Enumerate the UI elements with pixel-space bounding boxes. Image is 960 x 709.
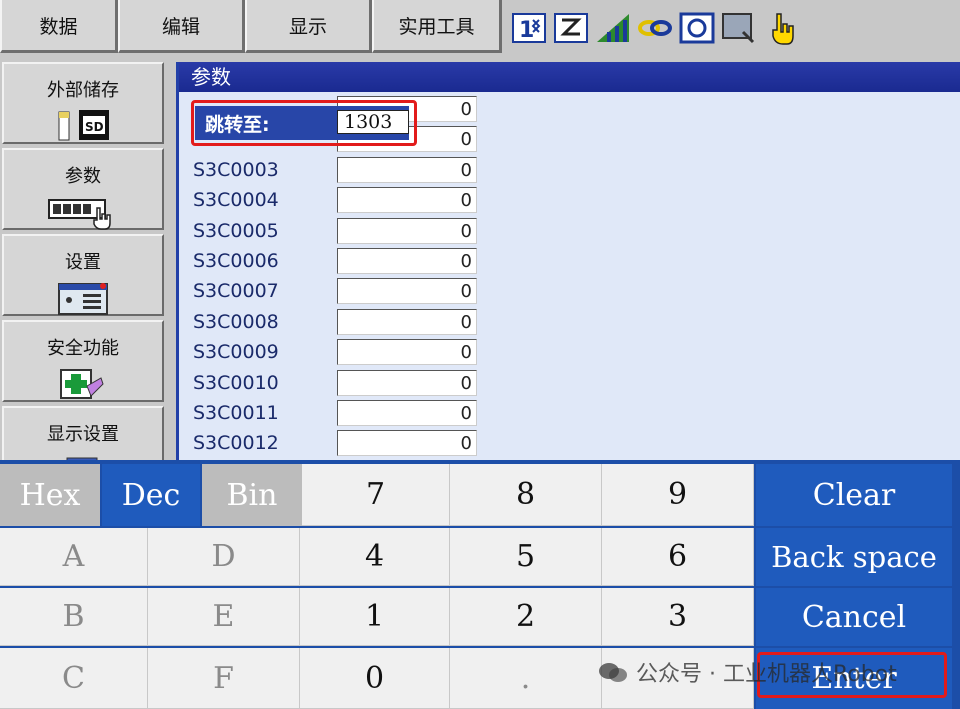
parameter-name: S3C0003 — [193, 158, 279, 181]
edit-frame-icon[interactable] — [553, 10, 589, 46]
sd-card-icon: SD — [53, 108, 113, 147]
key-7[interactable]: 7 — [302, 464, 450, 526]
parameter-hand-icon — [43, 194, 123, 235]
parameter-row[interactable]: S3C0012 0 — [193, 430, 483, 458]
key-9[interactable]: 9 — [602, 464, 754, 526]
side-panel: 外部储存 SD 参数 设置 安全功能 显示设置 — [0, 58, 172, 469]
key-bin[interactable]: Bin — [202, 464, 302, 526]
watermark-text: 公众号 · 工业机器人Robot — [636, 662, 897, 687]
menu-edit[interactable]: 编辑 — [118, 0, 245, 53]
parameter-value[interactable]: 0 — [337, 217, 477, 244]
parameter-value[interactable]: 0 — [337, 430, 477, 457]
key-8[interactable]: 8 — [450, 464, 602, 526]
side-button-label: 外部储存 — [47, 80, 119, 101]
signal-icon[interactable] — [595, 10, 631, 46]
parameter-row[interactable]: S3C0005 0 — [193, 217, 483, 246]
side-button-setup[interactable]: 设置 — [2, 234, 164, 316]
key-e[interactable]: E — [148, 588, 300, 646]
key-6[interactable]: 6 — [602, 528, 754, 586]
parameter-name: S3C0010 — [193, 371, 279, 394]
parameter-name: S3C0005 — [193, 219, 279, 242]
side-button-parameter[interactable]: 参数 — [2, 148, 164, 230]
numeric-toggle-icon[interactable]: 1 — [511, 10, 547, 46]
svg-text:SD: SD — [85, 120, 104, 134]
menu-data[interactable]: 数据 — [0, 0, 118, 53]
parameter-name: S3C0011 — [193, 402, 279, 424]
key-5[interactable]: 5 — [450, 528, 602, 586]
parameter-name: S3C0006 — [193, 250, 279, 272]
top-menu-bar: 数据 编辑 显示 实用工具 1 — [0, 0, 960, 58]
panel-title: 参数 — [179, 62, 960, 92]
key-dec[interactable]: Dec — [102, 464, 200, 526]
svg-text:1: 1 — [519, 18, 534, 43]
watermark: 公众号 · 工业机器人Robot — [598, 656, 897, 688]
parameter-value[interactable]: 0 — [337, 187, 477, 214]
status-icon-bar: 1 — [503, 0, 960, 56]
key-b[interactable]: B — [0, 588, 148, 646]
key-2[interactable]: 2 — [450, 588, 602, 646]
parameter-row[interactable]: S3C0004 0 — [193, 187, 483, 215]
parameter-value[interactable]: 0 — [337, 278, 477, 305]
parameter-row[interactable]: S3C0010 0 — [193, 369, 483, 398]
parameter-value[interactable]: 0 — [337, 369, 477, 396]
parameter-value[interactable]: 0 — [337, 248, 477, 274]
parameter-name: S3C0007 — [193, 280, 279, 303]
side-button-display-setting[interactable]: 显示设置 — [2, 406, 164, 469]
key-3[interactable]: 3 — [602, 588, 754, 646]
side-button-label: 参数 — [65, 166, 101, 187]
cursor-box-icon[interactable] — [721, 10, 757, 46]
key-hex[interactable]: Hex — [0, 464, 100, 526]
parameter-name: S3C0009 — [193, 341, 279, 364]
side-button-label: 安全功能 — [47, 338, 119, 359]
chain-icon[interactable] — [637, 10, 673, 46]
key-1[interactable]: 1 — [300, 588, 450, 646]
wechat-icon — [599, 663, 627, 682]
key-decimal-point[interactable]: . — [450, 648, 602, 709]
side-button-safety-function[interactable]: 安全功能 — [2, 320, 164, 402]
side-button-label: 设置 — [65, 252, 101, 273]
parameter-name: S3C0012 — [193, 432, 279, 455]
parameter-row[interactable]: S3C0011 0 — [193, 400, 483, 428]
parameter-row[interactable]: S3C0008 0 — [193, 308, 483, 337]
key-clear[interactable]: Clear — [756, 464, 952, 526]
key-f[interactable]: F — [148, 648, 300, 709]
key-cancel[interactable]: Cancel — [756, 588, 952, 646]
parameter-panel: 参数 0 0 S3C0003 0 S3C0004 0 S3C0005 0 S3C0006 0 S3C… — [176, 62, 960, 460]
parameter-value[interactable]: 0 — [337, 156, 477, 183]
key-d[interactable]: D — [148, 528, 300, 586]
menu-utility[interactable]: 实用工具 — [372, 0, 502, 53]
parameter-row[interactable]: S3C0007 0 — [193, 278, 483, 306]
safety-cross-icon — [57, 366, 109, 407]
setup-panel-icon — [55, 280, 111, 321]
parameter-value[interactable]: 0 — [337, 339, 477, 366]
key-4[interactable]: 4 — [300, 528, 450, 586]
goto-highlight-frame — [191, 100, 417, 146]
hand-pointer-icon[interactable] — [763, 10, 799, 46]
menu-display[interactable]: 显示 — [245, 0, 372, 53]
parameter-row[interactable]: S3C0006 0 — [193, 248, 483, 276]
screen-icon[interactable] — [679, 10, 715, 46]
parameter-name: S3C0004 — [193, 189, 279, 212]
key-0[interactable]: 0 — [300, 648, 450, 709]
parameter-row[interactable]: S3C0009 0 — [193, 339, 483, 367]
parameter-value[interactable]: 0 — [337, 400, 477, 426]
parameter-value[interactable]: 0 — [337, 308, 477, 335]
key-back-space[interactable]: Back space — [756, 528, 952, 586]
key-a[interactable]: A — [0, 528, 148, 586]
parameter-name: S3C0008 — [193, 310, 279, 333]
parameter-row[interactable]: S3C0003 0 — [193, 156, 483, 185]
key-c[interactable]: C — [0, 648, 148, 709]
side-button-external-storage[interactable]: 外部储存 SD — [2, 62, 164, 144]
side-button-label: 显示设置 — [47, 424, 119, 445]
